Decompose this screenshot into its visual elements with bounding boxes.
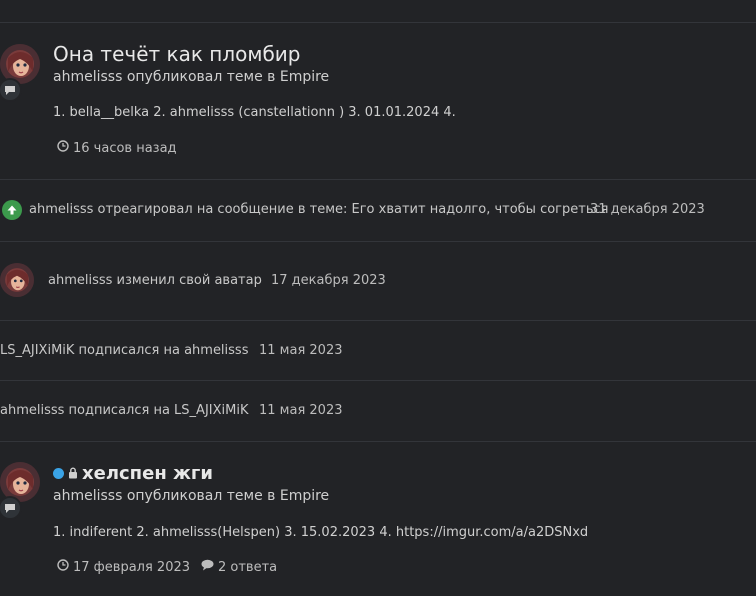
divider [0,241,756,242]
post-body: 1. bella__belka 2. ahmelisss (canstellat… [53,105,456,120]
online-dot-icon [53,468,64,479]
post-time-label: 16 часов назад [73,140,177,156]
comment-icon [201,559,214,575]
activity-text[interactable]: LS_AJIXiMiK подписался на ahmelisss [0,343,248,358]
activity-text[interactable]: ahmelisss отреагировал на сообщение в те… [29,202,608,217]
divider [0,22,756,23]
post-body: 1. indiferent 2. ahmelisss(Helspen) 3. 1… [53,525,589,540]
divider [0,320,756,321]
clock-icon [57,559,69,575]
post-time-label: 17 февраля 2023 [73,559,191,575]
activity-date: 31 декабря 2023 [590,202,705,217]
post-replies-label: 2 ответа [218,559,278,575]
post-title-row: хелспен жги [53,463,213,484]
divider [0,380,756,381]
post-time[interactable]: 17 февраля 2023 [57,559,190,575]
divider [0,179,756,180]
activity-date: 11 мая 2023 [259,403,343,418]
activity-text[interactable]: ahmelisss подписался на LS_AJIXiMiK [0,403,248,418]
clock-icon [57,140,69,156]
divider [0,441,756,442]
activity-date: 11 мая 2023 [259,343,343,358]
arrow-up-icon [2,200,22,220]
post-replies[interactable]: 2 ответа [201,559,277,575]
chat-bubble-icon [0,496,22,520]
activity-text[interactable]: ahmelisss изменил свой аватар [48,273,262,288]
post-title[interactable]: Она течёт как пломбир [53,42,301,66]
lock-icon [68,464,78,483]
chat-bubble-icon [0,78,22,102]
post-title[interactable]: хелспен жги [82,463,213,484]
activity-date: 17 декабря 2023 [271,273,386,288]
post-time[interactable]: 16 часов назад [57,140,177,156]
avatar[interactable] [0,263,34,297]
post-subtitle: ahmelisss опубликовал теме в Empire [53,488,330,504]
post-subtitle: ahmelisss опубликовал теме в Empire [53,69,330,85]
